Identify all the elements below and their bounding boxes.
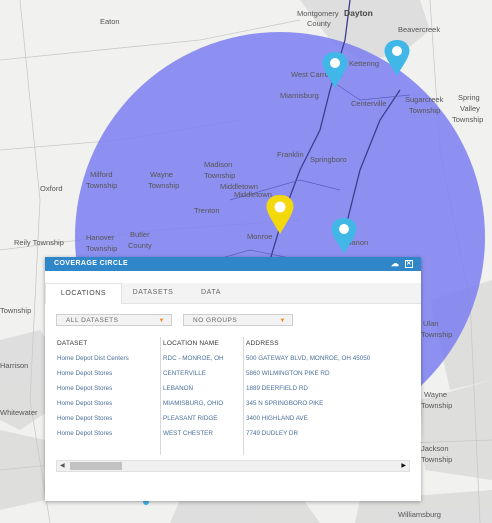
table-cell-address[interactable]: 345 N SPRINGBORO PIKE	[246, 396, 408, 411]
table-cell-location[interactable]: WEST CHESTER	[163, 426, 241, 441]
column-header-location-name: LOCATION NAME	[163, 340, 219, 347]
map-label: Monroe	[247, 232, 272, 241]
map-label: Township	[86, 181, 117, 190]
popup-header: COVERAGE CIRCLE ☁ ✕	[45, 257, 421, 271]
column-location-name: LOCATION NAME RDC - MONROE, OH CENTERVIL…	[163, 337, 241, 441]
table-cell-address[interactable]: 7749 DUDLEY DR	[246, 426, 408, 441]
map-label: Spring	[458, 93, 480, 102]
map-label: County	[307, 19, 331, 28]
map-label: Harrison	[0, 361, 28, 370]
map-label: Hanover	[86, 233, 115, 242]
table-cell-address[interactable]: 500 GATEWAY BLVD, MONROE, OH 45050	[246, 351, 408, 366]
scrollbar-thumb[interactable]	[70, 462, 122, 470]
close-icon[interactable]: ✕	[405, 260, 413, 268]
column-dataset: DATASET Home Depot Dist Centers Home Dep…	[57, 337, 157, 441]
map-label: Reily Township	[14, 238, 64, 247]
column-divider	[160, 337, 161, 455]
datasets-dropdown-value: ALL DATASETS	[66, 317, 119, 324]
map-label: Township	[0, 306, 31, 315]
table-cell-dataset[interactable]: Home Depot Stores	[57, 411, 157, 426]
tab-datasets[interactable]: DATASETS	[121, 283, 185, 303]
scroll-right-icon[interactable]: ▶	[401, 462, 406, 470]
horizontal-scrollbar[interactable]: ◀ ▶	[56, 460, 410, 472]
datasets-dropdown[interactable]: ALL DATASETS ▼	[56, 314, 172, 326]
tab-data[interactable]: DATA	[185, 283, 237, 303]
table-cell-location[interactable]: RDC - MONROE, OH	[163, 351, 241, 366]
map-label: Township	[421, 401, 452, 410]
map-label: Beavercreek	[398, 25, 440, 34]
map-label: Madison	[204, 160, 232, 169]
chevron-down-icon: ▼	[158, 318, 165, 324]
cloud-icon[interactable]: ☁	[391, 260, 399, 268]
map-label: Valley	[460, 104, 480, 113]
map-label: Ulan	[423, 319, 438, 328]
map-label: Springboro	[310, 155, 347, 164]
map-label: Township	[452, 115, 483, 124]
map-label: Township	[421, 455, 452, 464]
table-cell-location[interactable]: MIAMISBURG, OHIO	[163, 396, 241, 411]
table-cell-dataset[interactable]: Home Depot Stores	[57, 426, 157, 441]
coverage-circle-popup: COVERAGE CIRCLE ☁ ✕ LOCATIONS DATASETS D…	[45, 257, 421, 501]
map-label: Wayne	[424, 390, 447, 399]
table-cell-location[interactable]: PLEASANT RIDGE	[163, 411, 241, 426]
groups-dropdown-value: NO GROUPS	[193, 317, 238, 324]
map-label: Sugarcreek	[405, 95, 444, 104]
table-cell-address[interactable]: 1889 DEERFIELD RD	[246, 381, 408, 396]
table-cell-location[interactable]: LEBANON	[163, 381, 241, 396]
scroll-left-icon[interactable]: ◀	[60, 462, 65, 470]
table-cell-address[interactable]: 5860 WILMINGTON PIKE RD	[246, 366, 408, 381]
map-label: Township	[204, 171, 235, 180]
map-label: Montgomery	[297, 9, 339, 18]
map-label: Kettering	[349, 59, 379, 68]
table-cell-dataset[interactable]: Home Depot Stores	[57, 366, 157, 381]
map-label: Middletown	[234, 190, 272, 199]
map-label: Whitewater	[0, 408, 38, 417]
map-label: Milford	[90, 170, 113, 179]
column-divider	[243, 337, 244, 455]
map-label: Centerville	[351, 99, 386, 108]
table-cell-dataset[interactable]: Home Depot Stores	[57, 381, 157, 396]
map-label: Williamsburg	[398, 510, 441, 519]
map-label: Miamisburg	[280, 91, 319, 100]
column-header-address: ADDRESS	[246, 340, 279, 347]
column-address: ADDRESS 500 GATEWAY BLVD, MONROE, OH 450…	[246, 337, 408, 441]
map-label: Eaton	[100, 17, 120, 26]
table-cell-dataset[interactable]: Home Depot Dist Centers	[57, 351, 157, 366]
chevron-down-icon: ▼	[279, 318, 286, 324]
table-cell-location[interactable]: CENTERVILLE	[163, 366, 241, 381]
map-label: Dayton	[344, 8, 373, 18]
groups-dropdown[interactable]: NO GROUPS ▼	[183, 314, 293, 326]
table-cell-dataset[interactable]: Home Depot Stores	[57, 396, 157, 411]
table-cell-address[interactable]: 3400 HIGHLAND AVE	[246, 411, 408, 426]
map-label: Franklin	[277, 150, 304, 159]
map-label: Oxford	[40, 184, 63, 193]
map-label: Township	[148, 181, 179, 190]
map-label: Township	[409, 106, 440, 115]
map-label: County	[128, 241, 152, 250]
map-label: Township	[421, 330, 452, 339]
map-label: Butler	[130, 230, 150, 239]
map-label: Jackson	[421, 444, 449, 453]
map-label: Township	[86, 244, 117, 253]
column-header-dataset: DATASET	[57, 340, 88, 347]
popup-title: COVERAGE CIRCLE	[54, 260, 129, 267]
map-label: Wayne	[150, 170, 173, 179]
map-label: Trenton	[194, 206, 220, 215]
tab-locations[interactable]: LOCATIONS	[45, 283, 122, 304]
